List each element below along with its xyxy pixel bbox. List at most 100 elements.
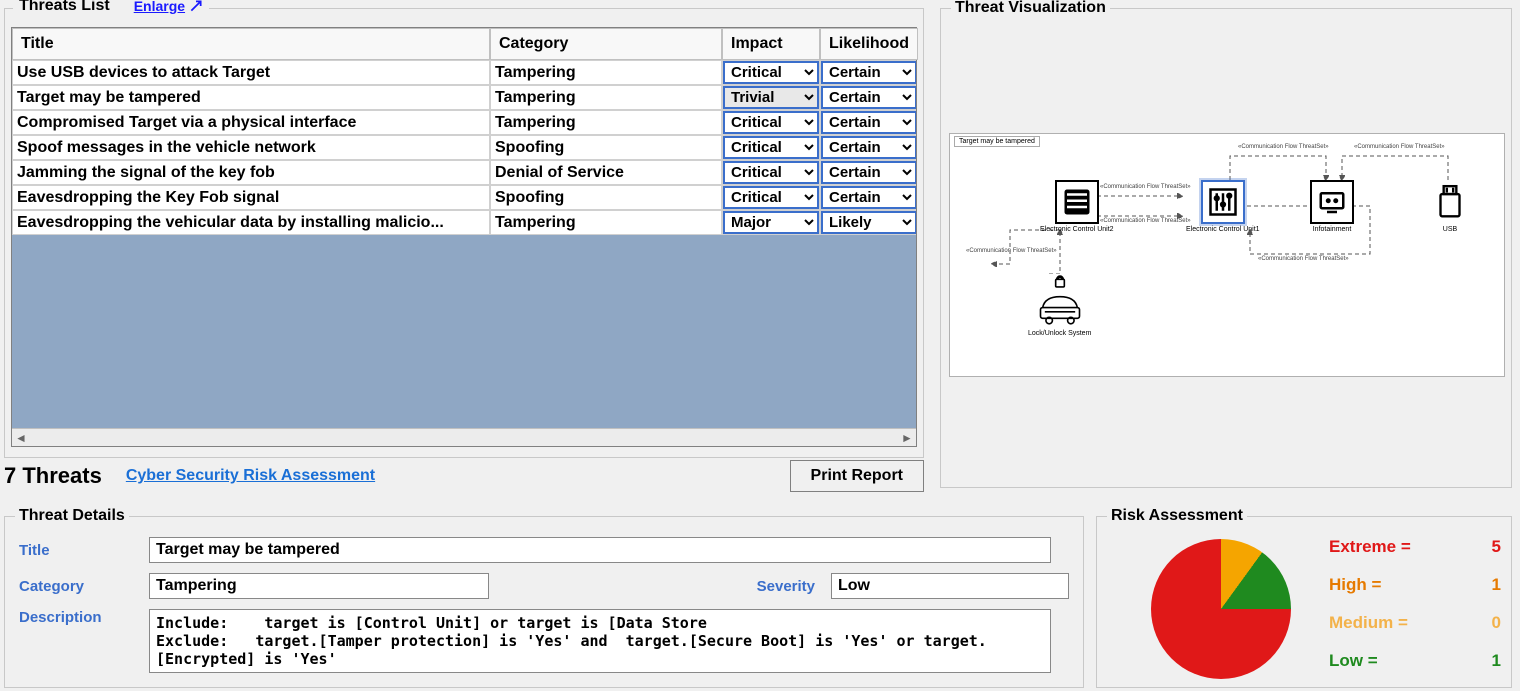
- cell-title[interactable]: Spoof messages in the vehicle network: [12, 135, 490, 160]
- threat-count: 7 Threats: [4, 463, 102, 489]
- impact-select[interactable]: Critical: [723, 111, 819, 134]
- usb-icon: [1428, 180, 1472, 224]
- legend-value: 1: [1492, 651, 1501, 671]
- node-label: Infotainment: [1310, 226, 1354, 233]
- node-usb[interactable]: USB: [1428, 180, 1472, 233]
- infotainment-icon: [1310, 180, 1354, 224]
- description-field[interactable]: [149, 609, 1051, 673]
- cell-category[interactable]: Tampering: [490, 85, 722, 110]
- legend-row-medium: Medium = 0: [1329, 613, 1501, 633]
- flow-label: «Communication Flow ThreatSet»: [1238, 144, 1329, 150]
- scroll-right-icon[interactable]: ►: [898, 431, 916, 445]
- cell-title[interactable]: Jamming the signal of the key fob: [12, 160, 490, 185]
- flow-label: «Communication Flow ThreatSet»: [1100, 184, 1191, 190]
- cell-category[interactable]: Denial of Service: [490, 160, 722, 185]
- impact-select[interactable]: Critical: [723, 186, 819, 209]
- threat-details-panel: Threat Details Title Category Severity D…: [4, 516, 1084, 688]
- legend-value: 5: [1492, 537, 1501, 557]
- cell-category[interactable]: Tampering: [490, 110, 722, 135]
- cell-category[interactable]: Tampering: [490, 60, 722, 85]
- likelihood-select[interactable]: Certain: [821, 61, 916, 84]
- legend-name: Medium =: [1329, 613, 1408, 633]
- lbl-severity: Severity: [715, 578, 815, 595]
- table-row[interactable]: Eavesdropping the Key Fob signalSpoofing…: [12, 185, 916, 210]
- title-field[interactable]: [149, 537, 1051, 563]
- likelihood-select[interactable]: Certain: [821, 111, 916, 134]
- ecu-icon: [1055, 180, 1099, 224]
- cell-category[interactable]: Tampering: [490, 210, 722, 235]
- viz-label: Threat Visualization: [951, 0, 1110, 17]
- lbl-title: Title: [19, 542, 149, 559]
- legend-name: Extreme =: [1329, 537, 1411, 557]
- flow-label: «Communication Flow ThreatSet»: [1100, 218, 1191, 224]
- details-label: Threat Details: [15, 507, 129, 525]
- slider-icon: [1201, 180, 1245, 224]
- node-lock-system[interactable]: Lock/Unlock System: [1028, 274, 1091, 337]
- table-row[interactable]: Eavesdropping the vehicular data by inst…: [12, 210, 916, 235]
- node-ecu2[interactable]: Electronic Control Unit2: [1040, 180, 1114, 233]
- likelihood-select[interactable]: Certain: [821, 136, 916, 159]
- node-label: Electronic Control Unit1: [1186, 226, 1260, 233]
- legend-value: 0: [1492, 613, 1501, 633]
- likelihood-select[interactable]: Certain: [821, 186, 916, 209]
- legend-name: High =: [1329, 575, 1381, 595]
- cell-title[interactable]: Eavesdropping the Key Fob signal: [12, 185, 490, 210]
- table-row[interactable]: Use USB devices to attack TargetTamperin…: [12, 60, 916, 85]
- table-row[interactable]: Spoof messages in the vehicle networkSpo…: [12, 135, 916, 160]
- threats-list-panel: Threats List Enlarge Title Category Impa…: [4, 8, 924, 458]
- viz-canvas[interactable]: Target may be tampered «Communication Fl…: [949, 133, 1505, 377]
- enlarge-label: Enlarge: [134, 0, 185, 14]
- legend-value: 1: [1492, 575, 1501, 595]
- legend-name: Low =: [1329, 651, 1378, 671]
- h-scrollbar[interactable]: ◄ ►: [12, 428, 916, 446]
- risk-assessment-link[interactable]: Cyber Security Risk Assessment: [126, 467, 375, 485]
- category-field[interactable]: [149, 573, 489, 599]
- cell-title[interactable]: Target may be tampered: [12, 85, 490, 110]
- cell-category[interactable]: Spoofing: [490, 185, 722, 210]
- risk-label: Risk Assessment: [1107, 507, 1247, 525]
- impact-select[interactable]: Critical: [723, 61, 819, 84]
- lbl-category: Category: [19, 578, 149, 595]
- cell-category[interactable]: Spoofing: [490, 135, 722, 160]
- node-label: Lock/Unlock System: [1028, 330, 1091, 337]
- flow-label: «Communication Flow ThreatSet»: [966, 248, 1057, 254]
- legend-row-high: High = 1: [1329, 575, 1501, 595]
- cell-title[interactable]: Eavesdropping the vehicular data by inst…: [12, 210, 490, 235]
- threat-visualization-panel: Threat Visualization Target may be tampe…: [940, 8, 1512, 488]
- table-row[interactable]: Jamming the signal of the key fobDenial …: [12, 160, 916, 185]
- table-row[interactable]: Target may be tamperedTamperingTrivialCe…: [12, 85, 916, 110]
- likelihood-select[interactable]: Likely: [821, 211, 916, 234]
- node-label: Electronic Control Unit2: [1040, 226, 1114, 233]
- col-category[interactable]: Category: [490, 28, 722, 60]
- flow-label: «Communication Flow ThreatSet»: [1258, 256, 1349, 262]
- impact-select[interactable]: Trivial: [723, 86, 819, 109]
- threats-list-footer: 7 Threats Cyber Security Risk Assessment…: [4, 458, 924, 494]
- risk-pie-chart: [1151, 539, 1291, 679]
- likelihood-select[interactable]: Certain: [821, 86, 916, 109]
- impact-select[interactable]: Critical: [723, 161, 819, 184]
- col-impact[interactable]: Impact: [722, 28, 820, 60]
- scroll-left-icon[interactable]: ◄: [12, 431, 30, 445]
- col-title[interactable]: Title: [12, 28, 490, 60]
- legend-row-low: Low = 1: [1329, 651, 1501, 671]
- node-ecu1[interactable]: Electronic Control Unit1: [1186, 180, 1260, 233]
- cell-title[interactable]: Compromised Target via a physical interf…: [12, 110, 490, 135]
- enlarge-icon: [189, 0, 203, 13]
- enlarge-link[interactable]: Enlarge: [134, 0, 203, 14]
- threats-list-label: Threats List: [19, 0, 110, 15]
- table-row[interactable]: Compromised Target via a physical interf…: [12, 110, 916, 135]
- node-infotainment[interactable]: Infotainment: [1310, 180, 1354, 233]
- severity-field[interactable]: [831, 573, 1069, 599]
- impact-select[interactable]: Critical: [723, 136, 819, 159]
- likelihood-select[interactable]: Certain: [821, 161, 916, 184]
- cell-title[interactable]: Use USB devices to attack Target: [12, 60, 490, 85]
- threats-table[interactable]: Title Category Impact Likelihood Use USB…: [11, 27, 917, 447]
- table-header: Title Category Impact Likelihood: [12, 28, 916, 60]
- car-lock-icon: [1033, 274, 1087, 328]
- impact-select[interactable]: Major: [723, 211, 819, 234]
- col-likelihood[interactable]: Likelihood: [820, 28, 918, 60]
- flow-label: «Communication Flow ThreatSet»: [1354, 144, 1445, 150]
- print-report-button[interactable]: Print Report: [790, 460, 924, 492]
- legend-row-extreme: Extreme = 5: [1329, 537, 1501, 557]
- viz-diagram-title: Target may be tampered: [954, 136, 1040, 147]
